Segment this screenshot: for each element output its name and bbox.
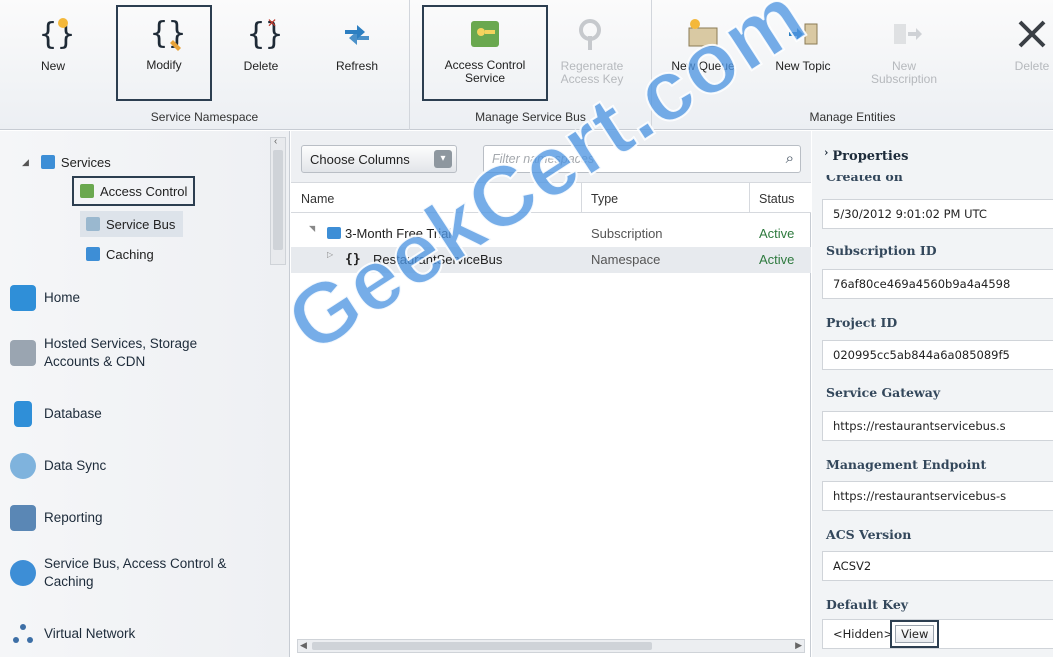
properties-title[interactable]: › Properties [824, 146, 908, 164]
expand-properties-icon[interactable]: › [824, 146, 828, 159]
group-label-manage-service-bus: Manage Service Bus [475, 110, 586, 124]
reporting-icon [10, 505, 36, 531]
regenerate-key-icon [579, 19, 601, 50]
list-toolbar: Choose Columns ▾ ⌕ [291, 131, 811, 183]
dropdown-arrow-icon: ▾ [434, 150, 452, 168]
queue-icon [688, 19, 718, 47]
scroll-left-icon[interactable]: ◀ [300, 640, 307, 651]
delete-icon [1018, 20, 1046, 48]
tree-item-service-bus[interactable]: Service Bus [80, 211, 184, 237]
svg-text:{}: {} [150, 16, 184, 51]
column-name[interactable]: Name [301, 192, 334, 206]
choose-columns-button[interactable]: Choose Columns ▾ [301, 145, 457, 173]
tree-item-caching[interactable]: Caching [86, 241, 154, 267]
group-service-namespace: {} New {} Modify {} ✕ Delete Refresh Ser… [0, 0, 410, 130]
namespace-icon: {} [345, 252, 361, 267]
ribbon-toolbar: {} New {} Modify {} ✕ Delete Refresh Ser… [0, 0, 1053, 130]
virtual-network-icon [10, 621, 36, 647]
nav-home[interactable]: Home [10, 285, 280, 311]
caching-icon [86, 247, 100, 261]
new-queue-button[interactable]: New Queue [660, 8, 746, 98]
search-icon[interactable]: ⌕ [786, 150, 794, 167]
view-key-button[interactable]: View [890, 620, 940, 648]
namespace-list-panel: Choose Columns ▾ ⌕ Name Type Status ◥ 3-… [291, 131, 811, 657]
group-label-manage-entities: Manage Entities [809, 110, 896, 124]
delete-entity-button[interactable]: Delete [1002, 8, 1053, 98]
table-row[interactable]: ◥ 3-Month Free Trial Subscription Active [291, 221, 811, 247]
subscription-icon [327, 227, 341, 239]
nav-data-sync[interactable]: Data Sync [10, 453, 280, 479]
svg-text:✕: ✕ [267, 16, 277, 30]
column-status[interactable]: Status [759, 192, 794, 206]
services-icon [40, 155, 55, 169]
expand-icon[interactable]: ▷ [327, 250, 333, 259]
column-divider [581, 183, 582, 213]
tree-item-services[interactable]: ◢ Services [22, 149, 111, 175]
subscription-id-value: 76af80ce469a4560b9a4a4598 [822, 269, 1053, 299]
group-label-service-namespace: Service Namespace [150, 110, 259, 124]
scrollbar-thumb[interactable] [312, 642, 652, 650]
tree-scrollbar[interactable]: ‹ [270, 136, 286, 265]
service-bus-icon [10, 560, 36, 586]
scrollbar-thumb[interactable] [273, 150, 283, 250]
nav-reporting[interactable]: Reporting [10, 505, 280, 531]
topic-icon [789, 23, 818, 45]
tree-item-access-control[interactable]: Access Control [71, 176, 196, 206]
properties-panel: › Properties Created on 5/30/2012 9:01:02… [812, 131, 1053, 657]
expand-icon[interactable]: ◥ [309, 224, 315, 233]
column-headers: Name Type Status [291, 183, 811, 213]
new-subscription-button[interactable]: New Subscription [854, 8, 954, 98]
acs-version-label: ACS Version [826, 527, 912, 542]
table-row[interactable]: ▷ {} RestaurantServiceBus Namespace Acti… [291, 247, 811, 273]
column-type[interactable]: Type [591, 192, 618, 206]
home-icon [10, 285, 36, 311]
nav-virtual-network[interactable]: Virtual Network [10, 621, 280, 647]
data-sync-icon [10, 453, 36, 479]
filter-box: ⌕ [483, 145, 801, 173]
group-manage-entities: New Queue New Topic New Subscription Del… [652, 0, 1053, 130]
service-bus-icon [86, 217, 100, 231]
scroll-up-icon[interactable]: ‹ [274, 136, 277, 147]
new-button[interactable]: {} New [20, 8, 86, 98]
delete-namespace-icon: {} ✕ [247, 16, 281, 52]
modify-button[interactable]: {} Modify [116, 5, 212, 101]
refresh-button[interactable]: Refresh [322, 8, 392, 98]
refresh-icon [345, 25, 369, 45]
subscription-id-label: Subscription ID [826, 243, 937, 258]
nav-database[interactable]: Database [10, 401, 280, 427]
management-endpoint-value: https://restaurantservicebus-s [822, 481, 1053, 511]
horizontal-scrollbar[interactable]: ◀ ▶ [297, 639, 805, 653]
project-id-value: 020995cc5ab844a6a085089f5 [822, 340, 1053, 370]
delete-namespace-button[interactable]: {} ✕ Delete [228, 8, 294, 98]
created-on-value: 5/30/2012 9:01:02 PM UTC [822, 199, 1053, 229]
acs-version-value: ACSV2 [822, 551, 1053, 581]
access-control-icon [80, 184, 94, 198]
service-gateway-label: Service Gateway [826, 385, 941, 400]
services-tree: ◢ Services Access Control Service Bus Ca… [0, 131, 290, 271]
group-manage-service-bus: Access Control Service Regenerate Access… [410, 0, 652, 130]
nav-service-bus[interactable]: Service Bus, Access Control & Caching [10, 555, 280, 591]
hosted-services-icon [10, 340, 36, 366]
subscription-icon [894, 24, 922, 44]
new-namespace-icon: {} [39, 17, 73, 52]
access-control-service-button[interactable]: Access Control Service [422, 5, 548, 101]
collapse-icon[interactable]: ◢ [22, 157, 29, 168]
default-key-label: Default Key [826, 597, 909, 612]
modify-namespace-icon: {} [150, 16, 184, 51]
scroll-right-icon[interactable]: ▶ [795, 640, 802, 651]
column-divider [749, 183, 750, 213]
management-endpoint-label: Management Endpoint [826, 457, 987, 472]
new-topic-button[interactable]: New Topic [762, 8, 844, 98]
service-gateway-value: https://restaurantservicebus.s [822, 411, 1053, 441]
filter-namespaces-input[interactable] [484, 146, 764, 172]
left-navigation: ◢ Services Access Control Service Bus Ca… [0, 131, 290, 657]
access-control-icon [471, 21, 499, 47]
database-icon [14, 401, 32, 427]
created-on-label: Created on [826, 175, 903, 184]
regenerate-access-key-button[interactable]: Regenerate Access Key [550, 8, 634, 98]
project-id-label: Project ID [826, 315, 898, 330]
default-key-value: <Hidden> View [822, 619, 1053, 649]
nav-hosted-services[interactable]: Hosted Services, Storage Accounts & CDN [10, 335, 280, 371]
